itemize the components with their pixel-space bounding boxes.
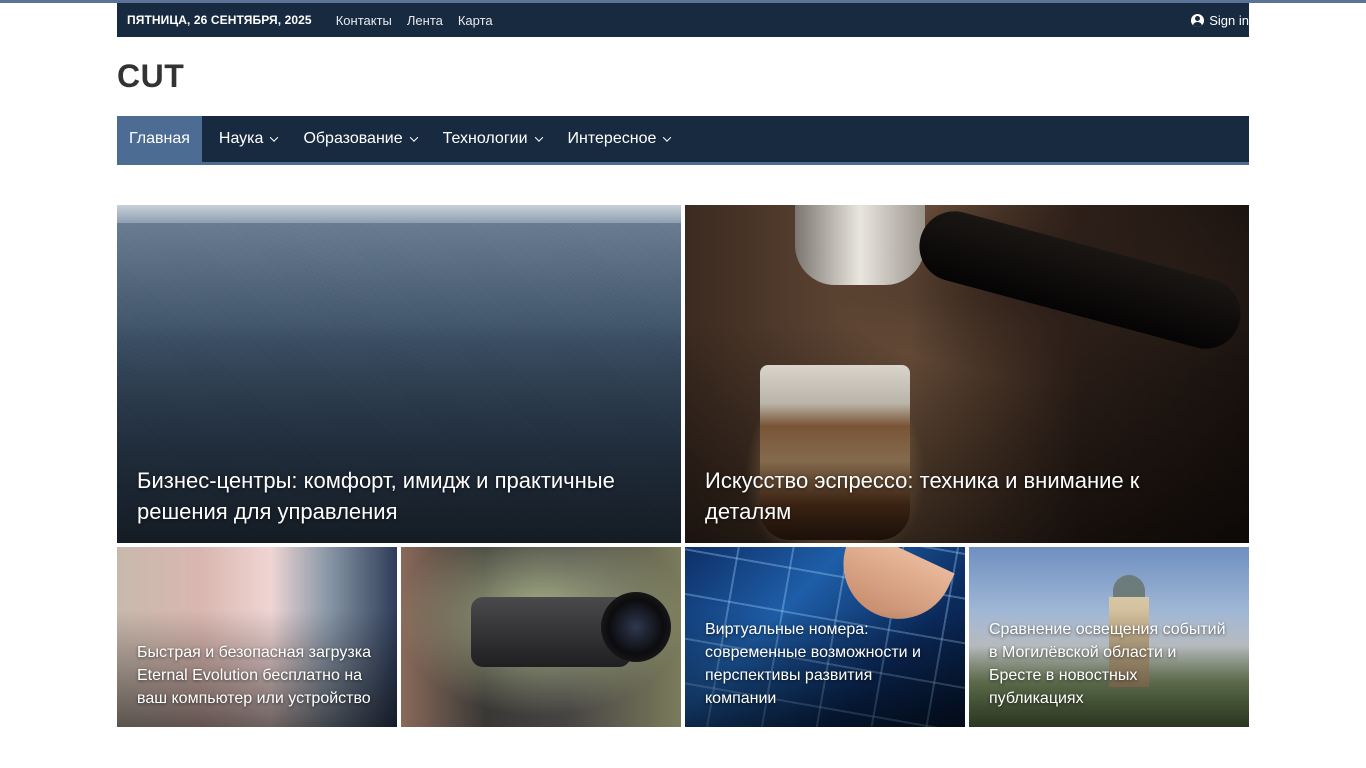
chevron-down-icon (662, 134, 672, 144)
nav-item-interesting[interactable]: Интересное (556, 116, 685, 162)
sign-in-label: Sign in (1209, 12, 1249, 28)
featured-post-eternal-evolution[interactable]: Быстрая и безопасная загрузка Eternal Ev… (117, 547, 397, 727)
main-nav: Главная Наука Образование Технологии Инт… (117, 116, 1249, 165)
featured-post-mogilev-brest[interactable]: Сравнение освещения событий в Могилёвско… (969, 547, 1249, 727)
top-links: Контакты Лента Карта (336, 13, 493, 28)
nav-item-technology[interactable]: Технологии (431, 116, 556, 162)
current-date: ПЯТНИЦА, 26 СЕНТЯБРЯ, 2025 (127, 13, 312, 27)
nav-item-label: Технологии (442, 130, 528, 147)
featured-post-espresso[interactable]: Искусство эспрессо: техника и внимание к… (685, 205, 1249, 543)
chevron-down-icon (534, 134, 544, 144)
post-title[interactable]: Бизнес-центры: комфорт, имидж и практичн… (137, 465, 661, 527)
site-logo[interactable]: CUT (117, 58, 184, 95)
post-title[interactable]: Сравнение освещения событий в Могилёвско… (989, 618, 1229, 710)
sign-in-link[interactable]: Sign in (1191, 3, 1249, 37)
featured-post-camera[interactable] (401, 547, 681, 727)
nav-item-science[interactable]: Наука (207, 116, 292, 162)
post-image (401, 547, 681, 727)
nav-item-education[interactable]: Образование (291, 116, 430, 162)
featured-post-business-centers[interactable]: Бизнес-центры: комфорт, имидж и практичн… (117, 205, 681, 543)
post-title[interactable]: Виртуальные номера: современные возможно… (705, 618, 945, 710)
top-link-contacts[interactable]: Контакты (336, 13, 392, 28)
nav-item-label: Главная (129, 130, 190, 147)
top-link-feed[interactable]: Лента (407, 13, 443, 28)
nav-item-label: Наука (218, 130, 264, 147)
post-title[interactable]: Быстрая и безопасная загрузка Eternal Ev… (137, 641, 377, 710)
post-title[interactable]: Искусство эспрессо: техника и внимание к… (705, 465, 1229, 527)
nav-item-home[interactable]: Главная (117, 116, 202, 162)
top-bar: ПЯТНИЦА, 26 СЕНТЯБРЯ, 2025 Контакты Лент… (117, 3, 1249, 37)
chevron-down-icon (269, 134, 279, 144)
user-circle-icon (1191, 13, 1205, 27)
featured-post-virtual-numbers[interactable]: Виртуальные номера: современные возможно… (685, 547, 965, 727)
chevron-down-icon (409, 134, 419, 144)
top-link-map[interactable]: Карта (458, 13, 493, 28)
nav-item-label: Интересное (567, 130, 657, 147)
nav-item-label: Образование (303, 130, 403, 147)
